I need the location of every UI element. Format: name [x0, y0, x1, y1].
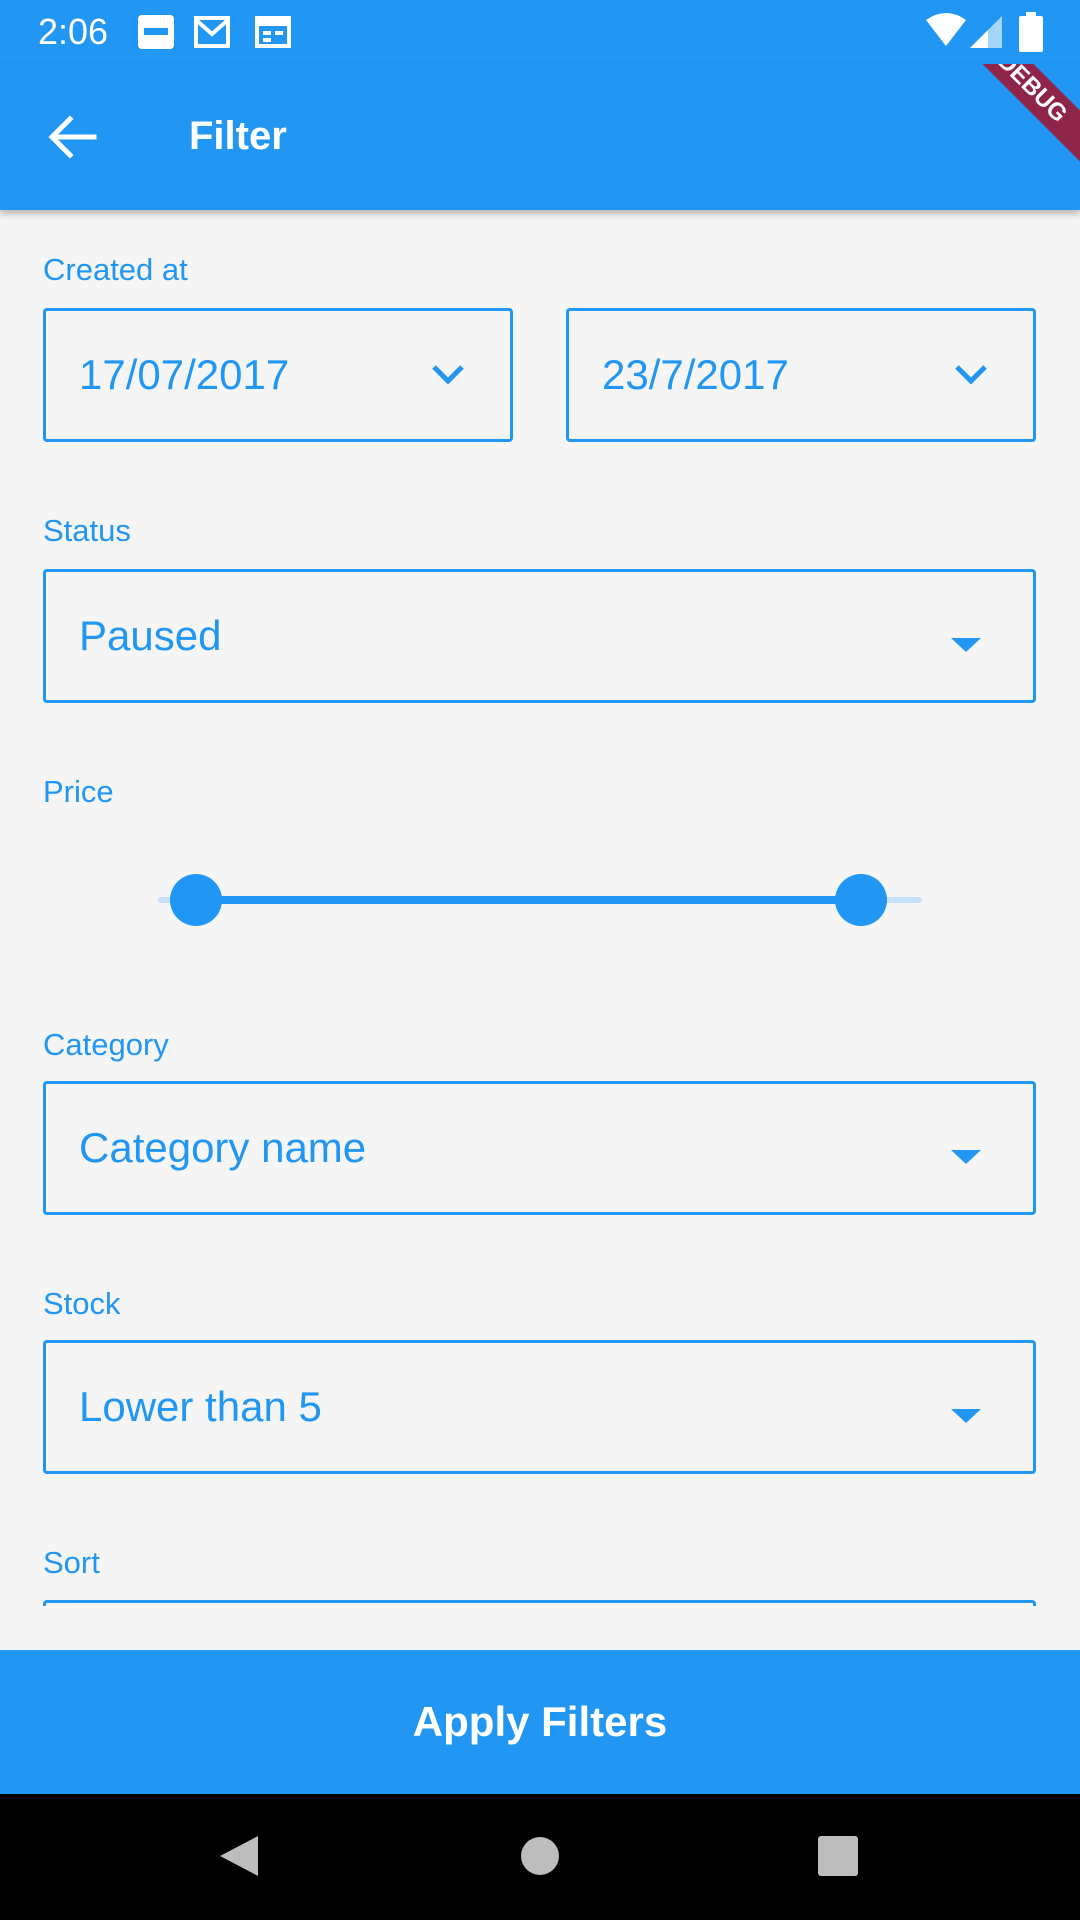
- stock-label: Stock: [43, 1286, 121, 1321]
- sort-label: Sort: [43, 1545, 100, 1580]
- nav-home-icon[interactable]: [508, 1824, 572, 1888]
- status-value: Paused: [79, 612, 222, 659]
- status-dropdown[interactable]: Paused: [43, 569, 1036, 703]
- created-to-date-picker[interactable]: 23/7/2017: [566, 308, 1036, 442]
- souq-app-icon: [138, 15, 174, 49]
- page-title: Filter: [189, 114, 287, 158]
- app-bar: Filter DEBUG: [0, 64, 1080, 210]
- dropdown-caret-icon: [951, 638, 981, 652]
- signal-icon: [970, 16, 1002, 48]
- status-bar: 2:06: [0, 0, 1080, 64]
- apply-filters-button[interactable]: Apply Filters: [0, 1650, 1080, 1794]
- stock-dropdown[interactable]: Lower than 5: [43, 1340, 1036, 1474]
- status-label: Status: [43, 513, 131, 548]
- calendar-icon: [255, 16, 291, 48]
- category-value: Category name: [79, 1124, 367, 1171]
- sort-dropdown[interactable]: [43, 1600, 1036, 1606]
- category-dropdown[interactable]: Category name: [43, 1081, 1036, 1215]
- price-range-slider[interactable]: [158, 860, 922, 940]
- back-arrow-icon[interactable]: [44, 109, 100, 165]
- slider-active-track: [196, 896, 861, 904]
- nav-recents-icon[interactable]: [806, 1824, 870, 1888]
- stock-value: Lower than 5: [79, 1383, 322, 1430]
- created-from-value: 17/07/2017: [79, 351, 290, 398]
- gmail-icon: [194, 16, 230, 48]
- filter-form: Created at 17/07/2017 23/7/2017 Status P…: [0, 210, 1080, 1606]
- battery-icon: [1019, 12, 1043, 52]
- price-min-thumb[interactable]: [170, 874, 223, 926]
- debug-banner: DEBUG: [941, 64, 1080, 179]
- price-label: Price: [43, 774, 114, 809]
- chevron-down-icon: [955, 365, 987, 385]
- created-from-date-picker[interactable]: 17/07/2017: [43, 308, 513, 442]
- wifi-icon: [926, 13, 966, 46]
- price-max-thumb[interactable]: [834, 874, 887, 926]
- status-time: 2:06: [38, 11, 109, 52]
- category-label: Category: [43, 1027, 169, 1062]
- dropdown-caret-icon: [951, 1409, 981, 1423]
- nav-back-icon[interactable]: [206, 1824, 270, 1888]
- created-at-label: Created at: [43, 252, 188, 287]
- chevron-down-icon: [432, 365, 464, 385]
- system-navigation-bar: [0, 1794, 1080, 1920]
- dropdown-caret-icon: [951, 1150, 981, 1164]
- created-to-value: 23/7/2017: [602, 351, 789, 398]
